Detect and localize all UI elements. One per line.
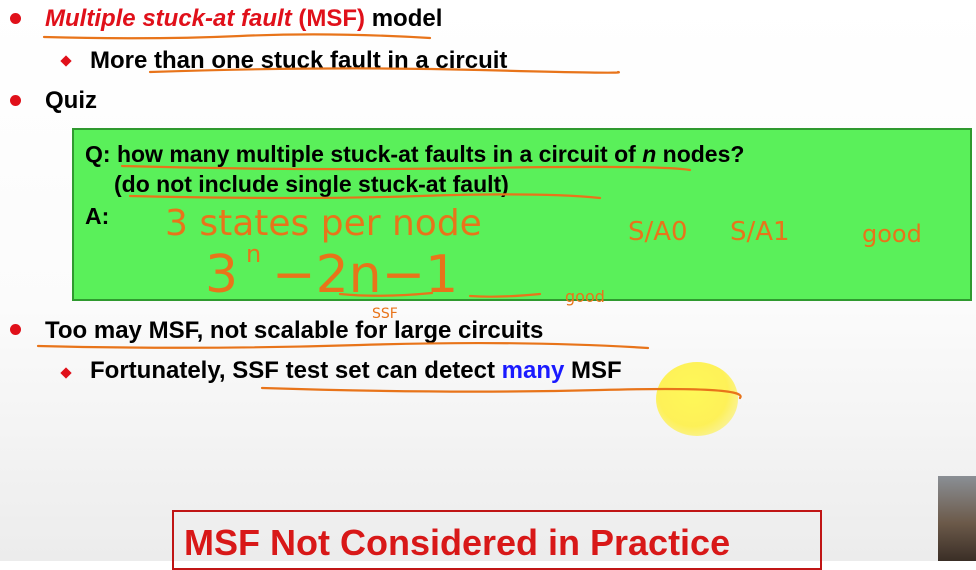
quiz-box: Q: how many multiple stuck-at faults in … xyxy=(72,128,972,301)
bullet-diamond-icon xyxy=(60,367,72,379)
bullet-dot-icon xyxy=(10,95,21,106)
webcam-thumbnail xyxy=(938,476,976,561)
conclusion-box: MSF Not Considered in Practice xyxy=(172,510,822,570)
bullet-dot-icon xyxy=(10,13,21,24)
question-text: Q: how many multiple stuck-at faults in … xyxy=(85,141,643,167)
not-scalable: , not scalable for large circuits xyxy=(196,317,544,344)
bullet-diamond-icon xyxy=(60,55,72,67)
question-suffix: nodes? xyxy=(656,141,745,167)
answer-label: A: xyxy=(85,203,110,229)
ssf-detect-text: Fortunately, SSF test set can detect xyxy=(90,357,502,384)
many-highlight: many xyxy=(501,357,565,384)
scalability-line: Too may MSF, not scalable for large circ… xyxy=(45,317,543,345)
model-word: model xyxy=(371,5,443,32)
msf-model-line: Multiple stuck-at fault (MSF) model xyxy=(45,5,442,33)
quiz-question: Q: how many multiple stuck-at faults in … xyxy=(85,140,744,168)
ssf-detect-line: Fortunately, SSF test set can detect man… xyxy=(90,357,622,385)
msf-term: Multiple stuck-at fault xyxy=(45,5,292,32)
quiz-heading: Quiz xyxy=(45,87,97,114)
msf-word: MSF xyxy=(564,357,622,384)
msf-abbrev: (MSF) xyxy=(298,5,366,32)
quiz-exclusion-note: (do not include single stuck-at fault) xyxy=(114,171,509,197)
question-variable: n xyxy=(642,141,657,167)
too-many-msf: Too may MSF xyxy=(45,317,197,344)
msf-definition: More than one stuck fault in a circuit xyxy=(90,47,508,74)
conclusion-text: MSF Not Considered in Practice xyxy=(184,522,731,563)
bullet-dot-icon xyxy=(10,324,21,335)
pointer-highlight-icon xyxy=(656,362,738,436)
